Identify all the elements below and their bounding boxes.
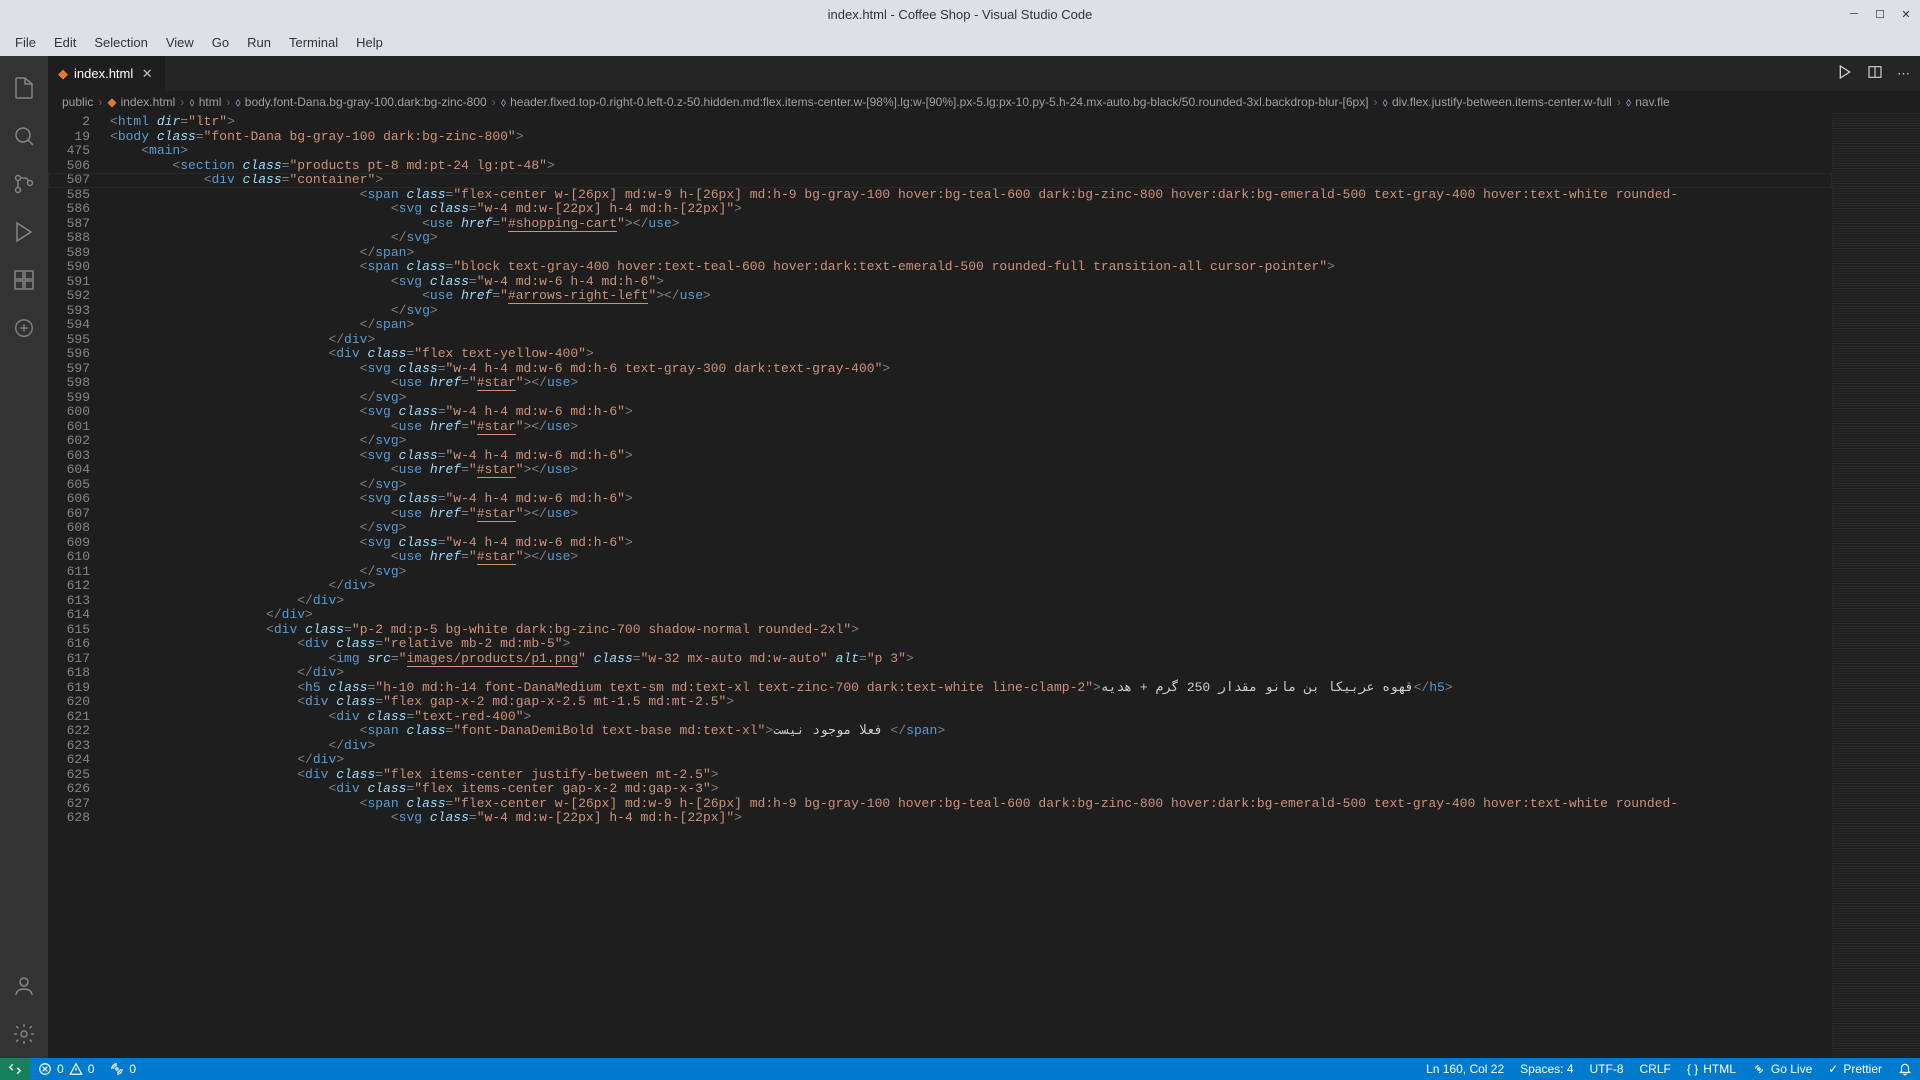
- menu-file[interactable]: File: [6, 32, 45, 53]
- split-editor-icon[interactable]: [1867, 64, 1883, 83]
- tag-icon: ⬨: [1626, 95, 1631, 110]
- go-live-button[interactable]: Go Live: [1744, 1058, 1820, 1080]
- language-mode[interactable]: { }HTML: [1679, 1058, 1744, 1080]
- run-icon[interactable]: [1837, 64, 1853, 83]
- source-control-icon[interactable]: [0, 160, 48, 208]
- html-file-icon: ◆: [107, 95, 116, 109]
- tag-icon: ⬨: [1383, 95, 1388, 110]
- menu-run[interactable]: Run: [238, 32, 280, 53]
- problems-button[interactable]: 0 0: [30, 1058, 102, 1080]
- menu-help[interactable]: Help: [347, 32, 392, 53]
- title-bar: index.html - Coffee Shop - Visual Studio…: [0, 0, 1920, 28]
- maximize-button[interactable]: ☐: [1874, 8, 1886, 20]
- status-bar: 0 0 0 Ln 160, Col 22 Spaces: 4 UTF-8 CRL…: [0, 1058, 1920, 1080]
- activity-bar: [0, 56, 48, 1058]
- run-debug-icon[interactable]: [0, 208, 48, 256]
- secondary-icon[interactable]: [0, 304, 48, 352]
- minimize-button[interactable]: ─: [1848, 8, 1860, 20]
- accounts-icon[interactable]: [0, 962, 48, 1010]
- search-icon[interactable]: [0, 112, 48, 160]
- line-gutter: 2194755065075855865875885895905915925935…: [48, 113, 102, 1058]
- menu-bar: File Edit Selection View Go Run Terminal…: [0, 28, 1920, 56]
- tab-bar: ◆ index.html ✕ ⋯: [48, 56, 1920, 91]
- tag-icon: ⬨: [501, 95, 506, 110]
- menu-terminal[interactable]: Terminal: [280, 32, 347, 53]
- window-title: index.html - Coffee Shop - Visual Studio…: [828, 7, 1093, 22]
- explorer-icon[interactable]: [0, 64, 48, 112]
- editor[interactable]: 2194755065075855865875885895905915925935…: [48, 113, 1920, 1058]
- breadcrumb[interactable]: public› ◆index.html› ⬨html› ⬨body.font-D…: [48, 91, 1920, 113]
- menu-selection[interactable]: Selection: [85, 32, 156, 53]
- cursor-position[interactable]: Ln 160, Col 22: [1418, 1058, 1512, 1080]
- menu-view[interactable]: View: [157, 32, 203, 53]
- minimap[interactable]: [1832, 113, 1920, 1058]
- more-actions-icon[interactable]: ⋯: [1897, 66, 1910, 82]
- close-button[interactable]: ✕: [1900, 8, 1912, 20]
- code-area[interactable]: <html dir="ltr"><body class="font-Dana b…: [102, 113, 1832, 1058]
- prettier-button[interactable]: ✓Prettier: [1820, 1058, 1890, 1080]
- encoding[interactable]: UTF-8: [1582, 1058, 1632, 1080]
- ports-button[interactable]: 0: [102, 1058, 144, 1080]
- tab-label: index.html: [74, 66, 133, 81]
- close-tab-icon[interactable]: ✕: [139, 66, 155, 82]
- tag-icon: ⬨: [235, 95, 240, 110]
- settings-icon[interactable]: [0, 1010, 48, 1058]
- menu-go[interactable]: Go: [203, 32, 238, 53]
- eol[interactable]: CRLF: [1632, 1058, 1679, 1080]
- tab-index-html[interactable]: ◆ index.html ✕: [48, 56, 166, 91]
- html-file-icon: ◆: [58, 66, 68, 82]
- menu-edit[interactable]: Edit: [45, 32, 85, 53]
- indentation[interactable]: Spaces: 4: [1512, 1058, 1581, 1080]
- tag-icon: ⬨: [189, 95, 194, 110]
- extensions-icon[interactable]: [0, 256, 48, 304]
- notifications-icon[interactable]: [1890, 1058, 1920, 1080]
- remote-button[interactable]: [0, 1058, 30, 1080]
